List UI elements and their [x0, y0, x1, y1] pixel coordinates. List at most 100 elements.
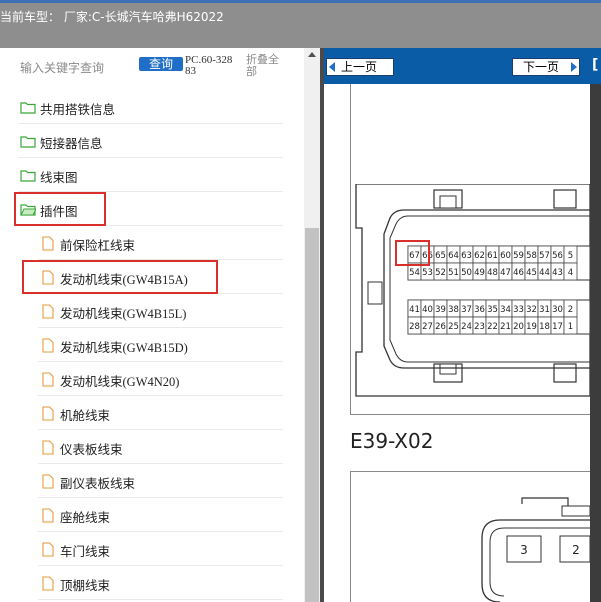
- file-icon: [42, 474, 54, 489]
- previous-page-button[interactable]: 上一页: [326, 58, 394, 76]
- file-icon: [42, 440, 54, 455]
- pin-label: 31: [539, 305, 550, 315]
- pin-label: 21: [500, 322, 511, 332]
- pin-label: 66: [422, 251, 433, 261]
- pin-label: 59: [513, 251, 524, 261]
- pin-label: 57: [539, 251, 550, 261]
- tree-folder-label: 线束图: [40, 171, 78, 185]
- tree-item-label: 机舱线束: [60, 409, 111, 423]
- tree-item-engine-harness-gw4n20[interactable]: 发动机线束(GW4N20): [38, 363, 283, 396]
- current-vehicle-label: 当前车型： 厂家:C-长城汽车哈弗H62022: [0, 10, 224, 24]
- tree-item-label: 仪表板线束: [60, 443, 123, 457]
- tree-item-engine-harness-gw4b15l[interactable]: 发动机线束(GW4B15L): [38, 295, 283, 328]
- second-connector-diagram: 3 2: [481, 497, 590, 602]
- tree-item-instrument-panel-harness[interactable]: 仪表板线束: [38, 431, 283, 464]
- tree-item-label: 顶棚线束: [60, 579, 111, 593]
- highlight-box-folder: [14, 192, 106, 226]
- pin-label: 46: [513, 268, 524, 278]
- pin-label: 30: [552, 305, 563, 315]
- file-icon: [42, 508, 54, 523]
- tree-item-door-harness[interactable]: 车门线束: [38, 533, 283, 566]
- file-icon: [42, 406, 54, 421]
- tree-item-label: 车门线束: [60, 545, 111, 559]
- scroll-up-arrow-icon[interactable]: [308, 52, 316, 57]
- pin-label: 1: [568, 322, 573, 332]
- pin-label: 64: [448, 251, 459, 261]
- title-bar-accent-line: [0, 0, 601, 3]
- pin-label: 18: [539, 322, 550, 332]
- vertical-scrollbar[interactable]: [304, 48, 320, 602]
- tree-item-front-bumper-harness[interactable]: 前保险杠线束: [38, 227, 283, 260]
- next-page-button[interactable]: 下一页: [512, 58, 580, 76]
- search-row: 查询 PC.60-32883 折叠全部: [0, 48, 305, 88]
- tree-folder-harness-diagram[interactable]: 线束图: [18, 159, 283, 192]
- file-icon: [42, 236, 54, 251]
- pin-label: 33: [513, 305, 524, 315]
- pin-label: 65: [435, 251, 446, 261]
- highlight-box-item: [22, 260, 218, 294]
- pin-label: 4: [568, 268, 573, 278]
- connector-latch: [439, 363, 457, 375]
- document-code: PC.60-32883: [185, 54, 233, 77]
- pin-label: 48: [487, 268, 498, 278]
- arrow-left-icon: [329, 62, 335, 72]
- search-input[interactable]: [18, 58, 134, 78]
- document-scrollbar[interactable]: [590, 84, 601, 602]
- pin-label: 50: [461, 268, 472, 278]
- pin-label: 63: [461, 251, 472, 261]
- tree-folder-shared-ground[interactable]: 共用搭铁信息: [18, 91, 283, 124]
- pin-label: 60: [500, 251, 511, 261]
- collapse-all-link[interactable]: 折叠全部: [246, 54, 286, 78]
- pin-label: 58: [526, 251, 537, 261]
- pin-label: 53: [422, 268, 433, 278]
- tree-item-console-harness[interactable]: 副仪表板线束: [38, 465, 283, 498]
- tree-item-roof-harness[interactable]: 顶棚线束: [38, 567, 283, 600]
- pin-label: 25: [448, 322, 459, 332]
- tree-folder-label: 短接器信息: [40, 137, 103, 151]
- pin-label: 39: [435, 305, 446, 315]
- pin-label: 40: [422, 305, 433, 315]
- pin-label: 26: [435, 322, 446, 332]
- file-icon: [42, 372, 54, 387]
- file-icon: [42, 542, 54, 557]
- pin-label: 2: [572, 543, 580, 557]
- pin-label: 19: [526, 322, 537, 332]
- connector-key: [367, 281, 383, 305]
- tree-item-label: 座舱线束: [60, 511, 111, 525]
- pin-label: 56: [552, 251, 563, 261]
- pin-label: 5: [568, 251, 573, 261]
- connector-latch: [439, 195, 457, 209]
- truncated-nav-label[interactable]: [: [592, 57, 598, 73]
- tree-item-engine-bay-harness[interactable]: 机舱线束: [38, 397, 283, 430]
- pin-label: 34: [500, 305, 511, 315]
- tree-item-label: 发动机线束(GW4B15D): [60, 341, 188, 355]
- pin-label: 49: [474, 268, 485, 278]
- previous-page-label: 上一页: [341, 60, 378, 74]
- pin-label: 27: [422, 322, 433, 332]
- query-button[interactable]: 查询: [139, 57, 183, 71]
- pin-label: 23: [474, 322, 485, 332]
- connector-diagram: 67 66 65 64 63 62 61 60 59 58 57 56 554 53 52 51 50 49 48 4…: [355, 184, 590, 397]
- pin-label: 52: [435, 268, 446, 278]
- tree-folder-shorting-connector[interactable]: 短接器信息: [18, 125, 283, 158]
- tree-item-cabin-harness[interactable]: 座舱线束: [38, 499, 283, 532]
- next-page-label: 下一页: [523, 60, 560, 74]
- file-icon: [42, 304, 54, 319]
- pin-label: 61: [487, 251, 498, 261]
- tree-item-engine-harness-gw4b15d[interactable]: 发动机线束(GW4B15D): [38, 329, 283, 362]
- title-bar: 当前车型： 厂家:C-长城汽车哈弗H62022: [0, 0, 601, 48]
- pin-label: 67: [409, 251, 420, 261]
- pin-label: 51: [448, 268, 459, 278]
- scrollbar-thumb[interactable]: [305, 228, 319, 602]
- arrow-right-icon: [571, 62, 577, 72]
- pin-label: 28: [409, 322, 420, 332]
- tree-item-label: 前保险杠线束: [60, 239, 136, 253]
- pin-label: 24: [461, 322, 472, 332]
- pin-label: 17: [552, 322, 563, 332]
- tree-item-label: 副仪表板线束: [60, 477, 136, 491]
- pin-label: 36: [474, 305, 485, 315]
- pin-label: 45: [526, 268, 537, 278]
- file-icon: [42, 576, 54, 591]
- folder-icon: [20, 102, 36, 114]
- pin-label: 2: [568, 305, 573, 315]
